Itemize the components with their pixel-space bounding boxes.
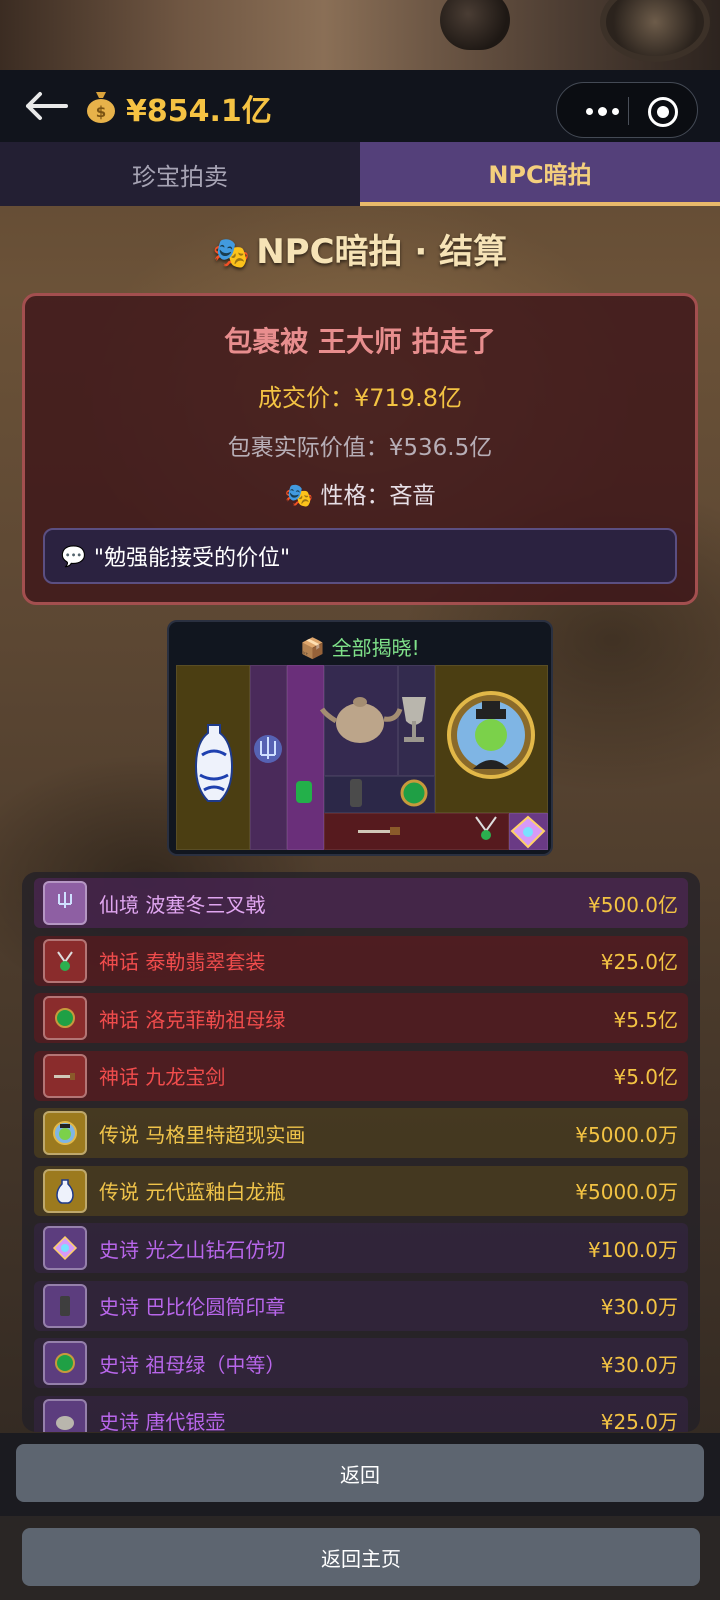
compass-decoration (600, 0, 710, 62)
item-name: 传说 元代蓝釉白龙瓶 (99, 1180, 286, 1204)
winner-text: 包裹被 王大师 拍走了 (224, 325, 496, 358)
item-price: ¥5.5亿 (613, 1007, 678, 1032)
emerald-set-icon (43, 938, 87, 983)
item-name: 神话 九龙宝剑 (99, 1065, 226, 1089)
emerald-icon (43, 1341, 87, 1385)
page-title-text: NPC暗拍 · 结算 (256, 232, 508, 272)
list-item: 史诗 唐代银壶 ¥25.0万 (34, 1395, 688, 1432)
list-item: 传说 马格里特超现实画 ¥5000.0万 (34, 1108, 688, 1158)
emerald-icon (296, 781, 312, 803)
sword-icon (358, 827, 400, 835)
painting-icon (43, 1111, 87, 1155)
silver-pot-icon (43, 1398, 87, 1432)
capsule-divider (628, 97, 629, 125)
item-price: ¥25.0万 (600, 1410, 678, 1432)
package-box-icon: 📦 (300, 636, 332, 660)
sword-icon (43, 1053, 87, 1098)
settlement-result-card: 包裹被 王大师 拍走了 成交价：¥719.8亿 包裹实际价值：¥536.5亿 🎭… (22, 293, 698, 605)
list-item: 史诗 祖母绿（中等） ¥30.0万 (34, 1338, 688, 1388)
item-name: 神话 洛克菲勒祖母绿 (99, 1007, 286, 1032)
npc-quote-text: "勉强能接受的价位" (93, 546, 291, 571)
navbar: $ ¥854.1亿 (0, 70, 720, 142)
chalice-icon (402, 697, 426, 742)
cylinder-seal-icon (43, 1283, 87, 1328)
item-price: ¥100.0万 (588, 1237, 678, 1262)
list-item: 神话 泰勒翡翠套装 ¥25.0亿 (34, 935, 688, 986)
actual-value: 包裹实际价值：¥536.5亿 (227, 435, 493, 461)
teapot-icon (319, 697, 403, 743)
mini-program-capsule (556, 82, 698, 138)
item-name: 仙境 波塞冬三叉戟 (99, 892, 266, 917)
npc-quote-box: 💬 "勉强能接受的价位" (43, 528, 677, 584)
theater-masks-icon: 🎭 (284, 483, 321, 509)
money-bag-icon: $ (84, 88, 118, 131)
tab-treasure-auction[interactable]: 珍宝拍卖 (0, 142, 360, 206)
back-button[interactable]: 返回 (16, 1444, 704, 1502)
home-button[interactable]: 返回主页 (22, 1528, 700, 1586)
speech-bubble-icon: 💬 (61, 544, 86, 568)
vase-icon (43, 1168, 87, 1213)
tab-bar: 珍宝拍卖 NPC暗拍 (0, 142, 720, 206)
item-price: ¥5.0亿 (613, 1065, 678, 1089)
item-name: 史诗 唐代银壶 (99, 1410, 226, 1432)
page-title: 🎭 NPC暗拍 · 结算 (0, 224, 720, 273)
diamond-icon (510, 815, 546, 849)
item-price: ¥500.0亿 (588, 892, 678, 917)
package-reveal-panel: 📦 全部揭晓! (167, 620, 553, 856)
header-background-photo (0, 0, 720, 70)
npc-trait-text: 性格：吝啬 (320, 483, 436, 509)
lamp-decoration (440, 0, 510, 50)
item-name: 史诗 巴比伦圆筒印章 (99, 1295, 286, 1319)
trident-icon (43, 881, 87, 925)
list-item: 神话 九龙宝剑 ¥5.0亿 (34, 1050, 688, 1101)
item-price: ¥25.0亿 (600, 950, 678, 974)
item-price: ¥5000.0万 (575, 1122, 678, 1147)
list-item: 传说 元代蓝釉白龙瓶 ¥5000.0万 (34, 1165, 688, 1216)
reveal-title: 📦 全部揭晓! (169, 632, 551, 661)
balance-amount: ¥854.1亿 (126, 94, 272, 129)
emerald-icon (400, 779, 428, 807)
more-options-icon[interactable] (577, 95, 627, 127)
item-name: 传说 马格里特超现实画 (99, 1122, 306, 1147)
emerald-icon (43, 996, 87, 1040)
diamond-icon (43, 1226, 87, 1270)
reveal-title-text: 全部揭晓! (331, 636, 420, 660)
list-item: 史诗 巴比伦圆筒印章 ¥30.0万 (34, 1280, 688, 1331)
list-item: 神话 洛克菲勒祖母绿 ¥5.5亿 (34, 993, 688, 1043)
painting-icon (447, 691, 535, 779)
emerald-set-icon (475, 816, 497, 840)
tab-npc-blind-auction[interactable]: NPC暗拍 (360, 142, 720, 206)
svg-text:$: $ (96, 103, 106, 121)
list-item: 仙境 波塞冬三叉戟 ¥500.0亿 (34, 878, 688, 928)
close-target-icon[interactable] (648, 97, 678, 127)
item-name: 史诗 光之山钻石仿切 (99, 1237, 286, 1262)
item-price: ¥30.0万 (600, 1352, 678, 1377)
theater-masks-icon: 🎭 (212, 236, 251, 271)
item-price: ¥5000.0万 (575, 1180, 678, 1204)
cylinder-seal-icon (350, 779, 362, 807)
item-value-list: 仙境 波塞冬三叉戟 ¥500.0亿神话 泰勒翡翠套装 ¥25.0亿神话 洛克菲勒祖母… (22, 872, 700, 1432)
vase-icon (194, 724, 234, 802)
item-grid (176, 665, 548, 850)
back-arrow-icon[interactable] (22, 88, 68, 124)
item-name: 神话 泰勒翡翠套装 (99, 950, 266, 974)
item-name: 史诗 祖母绿（中等） (99, 1352, 286, 1377)
item-price: ¥30.0万 (600, 1295, 678, 1319)
deal-price: 成交价：¥719.8亿 (258, 384, 462, 412)
list-item: 史诗 光之山钻石仿切 ¥100.0万 (34, 1223, 688, 1273)
npc-trait: 🎭 性格：吝啬 (25, 476, 695, 510)
item-grid-art (194, 691, 546, 849)
trident-icon (254, 735, 282, 763)
